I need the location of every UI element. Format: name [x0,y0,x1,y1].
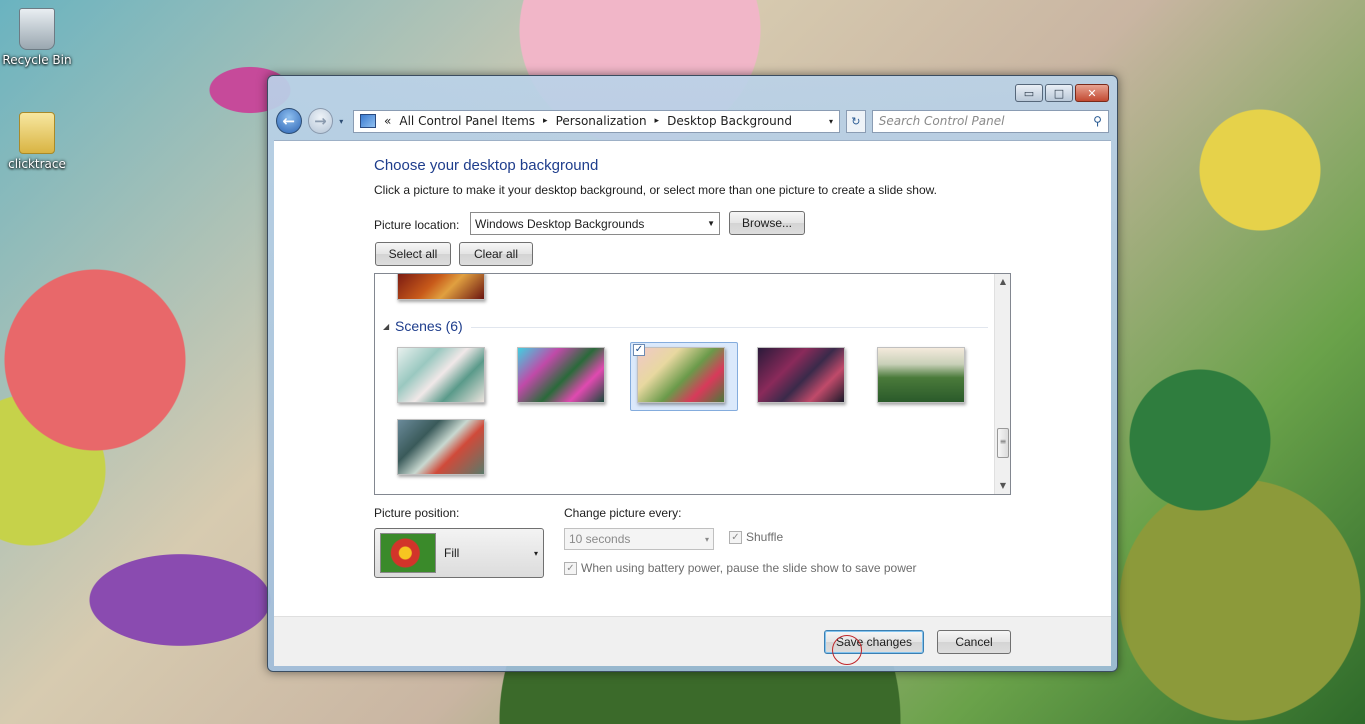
collapse-group-icon[interactable]: ◢ [383,322,389,331]
breadcrumb-desktop-background[interactable]: Desktop Background [667,114,792,128]
checkbox-check-icon: ✓ [729,530,742,544]
gallery-scrollbar[interactable]: ▲ ≡ ▼ [994,274,1010,494]
desktop-icon-recycle-bin[interactable]: Recycle Bin [1,8,73,67]
recycle-bin-icon [19,8,55,50]
scroll-up-icon[interactable]: ▲ [995,274,1010,290]
folder-icon [19,112,55,154]
window-controls: ▭ □ ✕ [1015,84,1109,102]
wallpaper-thumbnail[interactable] [517,347,605,403]
fill-preview-image [380,533,436,573]
address-bar[interactable]: « All Control Panel Items ▸ Personalizat… [353,109,841,133]
picture-position-value: Fill [444,546,460,560]
maximize-button[interactable]: □ [1045,84,1073,102]
selected-checkbox[interactable]: ✓ [633,344,645,356]
page-title: Choose your desktop background [374,157,599,174]
wallpaper-thumbnail[interactable] [397,419,485,475]
shuffle-label: Shuffle [746,530,784,544]
click-indicator-icon [832,635,862,665]
change-picture-value: 10 seconds [569,532,631,546]
close-button[interactable]: ✕ [1075,84,1109,102]
wallpaper-thumbnail[interactable] [757,347,845,403]
cancel-button[interactable]: Cancel [937,630,1011,654]
dialog-footer: Save changes Cancel [274,616,1111,666]
wallpaper-thumbnail-partial[interactable] [397,274,485,300]
picture-location-label: Picture location: [374,218,460,232]
group-title-scenes[interactable]: Scenes (6) [395,318,463,334]
browse-button[interactable]: Browse... [729,211,805,235]
battery-pause-label: When using battery power, pause the slid… [581,561,917,575]
chevron-down-icon: ▾ [704,534,709,544]
page-description: Click a picture to make it your desktop … [374,183,937,197]
breadcrumb-separator-icon[interactable]: ▸ [655,116,660,126]
scroll-thumb[interactable]: ≡ [997,428,1009,458]
address-dropdown-icon[interactable]: ▾ [829,117,833,126]
back-button[interactable]: ← [276,108,302,134]
picture-position-select[interactable]: Fill ▾ [374,528,544,578]
wallpaper-thumbnail[interactable] [877,347,965,403]
breadcrumb-separator-icon[interactable]: ▸ [543,116,548,126]
select-all-button[interactable]: Select all [375,242,451,266]
battery-pause-checkbox[interactable]: ✓ When using battery power, pause the sl… [564,561,917,575]
forward-button[interactable]: → [307,108,334,134]
wallpaper-gallery[interactable]: ◢ Scenes (6) ✓ ▲ ≡ ▼ [374,273,1011,495]
wallpaper-thumbnail-selected[interactable] [637,347,725,403]
checkbox-check-icon: ✓ [564,561,577,575]
change-picture-label: Change picture every: [564,506,682,520]
breadcrumb-personalization[interactable]: Personalization [556,114,647,128]
desktop-icon-label: clicktrace [8,157,66,171]
control-panel-icon [360,114,377,128]
control-panel-window: ▭ □ ✕ ← → ▾ « All Control Panel Items ▸ … [267,75,1118,672]
desktop-icon-clicktrace[interactable]: clicktrace [1,112,73,171]
refresh-button[interactable]: ↻ [846,109,866,133]
picture-location-value: Windows Desktop Backgrounds [475,216,645,231]
breadcrumb-all-control-panel-items[interactable]: All Control Panel Items [399,114,535,128]
scroll-down-icon[interactable]: ▼ [995,478,1010,494]
clear-all-button[interactable]: Clear all [459,242,533,266]
minimize-button[interactable]: ▭ [1015,84,1043,102]
chevron-down-icon: ▾ [533,548,538,558]
wallpaper-thumbnail[interactable] [397,347,485,403]
search-icon[interactable]: ⚲ [1093,114,1102,128]
address-overflow-chevron[interactable]: « [384,114,391,128]
chevron-down-icon: ▼ [707,219,715,228]
search-input[interactable]: Search Control Panel ⚲ [871,109,1109,133]
picture-location-select[interactable]: Windows Desktop Backgrounds ▼ [470,212,720,235]
shuffle-checkbox[interactable]: ✓ Shuffle [729,530,783,544]
picture-position-label: Picture position: [374,506,460,520]
main-content: Choose your desktop background Click a p… [274,140,1111,616]
desktop-icon-label: Recycle Bin [2,53,72,67]
recent-pages-dropdown[interactable]: ▾ [339,117,347,126]
navigation-bar: ← → ▾ « All Control Panel Items ▸ Person… [276,106,1109,136]
search-placeholder: Search Control Panel [878,114,1005,128]
change-picture-interval-select[interactable]: 10 seconds ▾ [564,528,714,550]
group-divider [471,327,988,328]
